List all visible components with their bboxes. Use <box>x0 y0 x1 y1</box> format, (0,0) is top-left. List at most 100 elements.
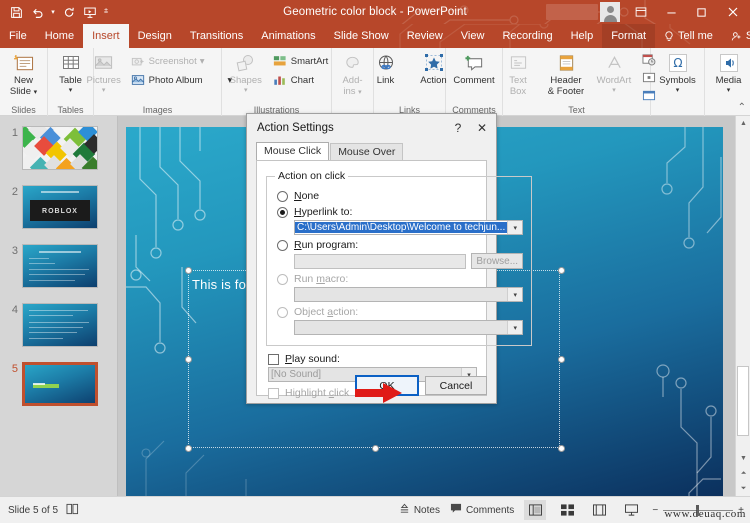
play-sound-checkbox[interactable] <box>268 353 279 365</box>
run-macro-option-row[interactable]: Run macro: <box>277 273 523 285</box>
tab-view[interactable]: View <box>452 24 494 48</box>
run-program-radio[interactable] <box>277 239 288 251</box>
run-program-input[interactable] <box>294 253 467 269</box>
comment-button[interactable]: Comment <box>451 50 497 87</box>
object-action-combo[interactable]: ▾ <box>294 320 524 335</box>
close-button[interactable] <box>716 0 750 24</box>
new-slide-button[interactable]: New Slide ▾ <box>1 50 47 97</box>
resize-handle-middle-left[interactable] <box>185 356 192 363</box>
chevron-down-icon[interactable]: ▾ <box>507 321 523 334</box>
tab-format[interactable]: Format <box>602 24 656 48</box>
hyperlink-to-radio[interactable] <box>277 206 288 218</box>
run-program-row[interactable]: Browse... <box>294 253 524 269</box>
play-sound-row[interactable]: Play sound: <box>268 353 477 365</box>
screenshot-dropdown-icon[interactable]: ▾ <box>200 56 205 67</box>
customize-quick-access-toolbar-icon[interactable]: ⩲ <box>101 2 111 22</box>
scroll-down-button[interactable]: ▼ <box>736 451 750 466</box>
hyperlink-value[interactable]: C:\Users\Admin\Desktop\Welcome to techju… <box>295 222 508 233</box>
photo-album-button[interactable]: Photo Album ▾ <box>129 72 235 88</box>
ribbon-tab-bar[interactable]: File Home Insert Design Transitions Anim… <box>0 24 750 48</box>
tab-insert[interactable]: Insert <box>83 24 129 48</box>
thumbnail-row-5[interactable]: 5 <box>6 362 98 406</box>
hyperlink-combo[interactable]: C:\Users\Admin\Desktop\Welcome to techju… <box>294 220 524 235</box>
link-button[interactable]: Link <box>363 50 409 87</box>
thumbnail-2[interactable]: ROBLOX <box>22 185 98 229</box>
tab-review[interactable]: Review <box>398 24 452 48</box>
resize-handle-top-right[interactable] <box>558 267 565 274</box>
media-dropdown-icon[interactable]: ▾ <box>727 87 731 94</box>
resize-handle-middle-right[interactable] <box>558 356 565 363</box>
help-icon[interactable]: ? <box>446 117 470 139</box>
symbols-dropdown-icon[interactable]: ▾ <box>676 87 680 94</box>
ribbon-display-options-icon[interactable] <box>626 0 656 24</box>
tab-slide-show[interactable]: Slide Show <box>325 24 398 48</box>
run-macro-radio[interactable] <box>277 273 288 285</box>
thumbnail-row-3[interactable]: 3 <box>6 244 98 288</box>
cancel-button[interactable]: Cancel <box>425 376 487 395</box>
notes-button[interactable]: Notes <box>399 503 440 517</box>
shapes-button[interactable]: Shapes ▾ <box>223 50 269 94</box>
tab-design[interactable]: Design <box>129 24 181 48</box>
tab-recording[interactable]: Recording <box>493 24 561 48</box>
minimize-button[interactable] <box>656 0 686 24</box>
slide-sorter-view-button[interactable] <box>556 500 578 520</box>
thumbnail-1[interactable] <box>22 126 98 170</box>
thumbnail-row-2[interactable]: 2 ROBLOX <box>6 185 98 229</box>
slide-counter[interactable]: Slide 5 of 5 <box>8 505 58 516</box>
pictures-dropdown-icon[interactable]: ▾ <box>102 87 106 94</box>
chevron-down-icon[interactable]: ▾ <box>507 221 523 234</box>
run-program-option-row[interactable]: Run program: <box>277 239 523 251</box>
pictures-button[interactable]: Pictures ▾ <box>81 50 127 94</box>
smartart-button[interactable]: SmartArt <box>271 53 330 69</box>
thumbnail-4[interactable] <box>22 303 98 347</box>
undo-dropdown-icon[interactable]: ▾ <box>48 2 58 22</box>
object-action-row[interactable]: ▾ <box>294 320 524 335</box>
chevron-down-icon[interactable]: ▾ <box>507 288 523 301</box>
symbols-button[interactable]: Ω Symbols ▾ <box>655 50 701 94</box>
tab-animations[interactable]: Animations <box>252 24 324 48</box>
reading-view-button[interactable] <box>588 500 610 520</box>
accessibility-checker-icon[interactable] <box>66 503 79 518</box>
wordart-button[interactable]: WordArt ▾ <box>591 50 637 94</box>
text-box-button[interactable]: Text Box <box>495 50 541 97</box>
none-option-row[interactable]: None <box>277 190 523 202</box>
slide-thumbnail-pane[interactable]: 1 2 ROBLOX 3 4 5 <box>0 116 118 496</box>
hyperlink-row[interactable]: C:\Users\Admin\Desktop\Welcome to techju… <box>294 220 524 235</box>
tell-me-box[interactable]: Tell me <box>655 24 722 48</box>
header-footer-button[interactable]: Header & Footer <box>543 50 589 97</box>
undo-icon[interactable] <box>27 2 47 22</box>
run-macro-combo[interactable]: ▾ <box>294 287 524 302</box>
scroll-up-button[interactable]: ▲ <box>736 116 750 131</box>
thumbnail-5[interactable] <box>22 362 98 406</box>
dialog-tab-bar[interactable]: Mouse Click Mouse Over <box>256 142 487 160</box>
table-dropdown-icon[interactable]: ▾ <box>69 87 73 94</box>
chart-button[interactable]: Chart <box>271 72 330 88</box>
quick-access-toolbar[interactable]: ▾ ⩲ <box>0 2 111 22</box>
start-from-beginning-icon[interactable] <box>80 2 100 22</box>
resize-handle-bottom-left[interactable] <box>185 445 192 452</box>
run-macro-row[interactable]: ▾ <box>294 287 524 302</box>
avatar[interactable] <box>600 2 620 22</box>
redo-icon[interactable] <box>59 2 79 22</box>
hyperlink-to-option-row[interactable]: Hyperlink to: <box>277 206 523 218</box>
tab-mouse-click[interactable]: Mouse Click <box>256 142 330 160</box>
save-icon[interactable] <box>6 2 26 22</box>
comments-button[interactable]: Comments <box>450 503 514 517</box>
scrollbar-thumb[interactable] <box>737 366 749 436</box>
zoom-out-button[interactable]: − <box>652 505 658 516</box>
slide-show-button[interactable] <box>620 500 642 520</box>
resize-handle-bottom-right[interactable] <box>558 445 565 452</box>
thumbnail-row-4[interactable]: 4 <box>6 303 98 347</box>
tab-file[interactable]: File <box>0 24 36 48</box>
browse-button[interactable]: Browse... <box>471 253 524 269</box>
screenshot-button[interactable]: Screenshot ▾ <box>129 53 235 69</box>
wordart-dropdown-icon[interactable]: ▾ <box>612 87 616 94</box>
tab-help[interactable]: Help <box>562 24 603 48</box>
vertical-scrollbar[interactable]: ▲ ▼ ⏶ ⏷ <box>735 116 750 496</box>
slide-text[interactable]: This is for <box>192 277 251 292</box>
close-icon[interactable]: ✕ <box>470 117 494 139</box>
next-slide-button[interactable]: ⏷ <box>736 481 750 496</box>
none-radio[interactable] <box>277 190 288 202</box>
highlight-click-checkbox[interactable] <box>268 387 279 399</box>
thumbnail-row-1[interactable]: 1 <box>6 126 98 170</box>
